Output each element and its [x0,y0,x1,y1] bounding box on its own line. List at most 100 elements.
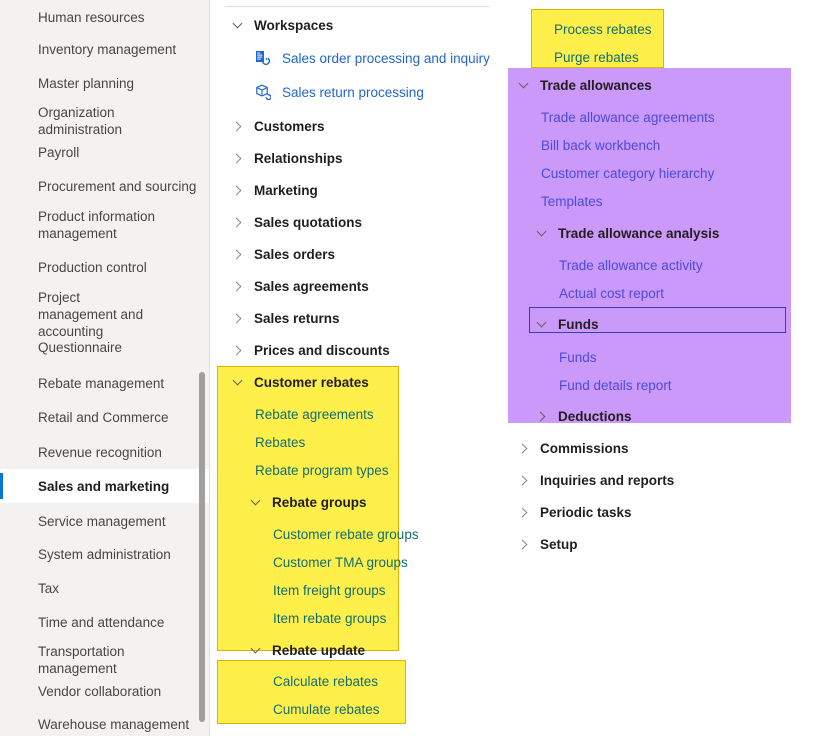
nav-group-label: Rebate groups [272,494,367,510]
nav-group-prices-and-discounts[interactable]: Prices and discounts [233,334,390,366]
nav-item-label: Bill back workbench [541,137,661,153]
chevron-right-icon [233,153,244,164]
sidebar-item-label: Payroll [38,144,80,160]
sidebar-item-time-and-attendance[interactable]: Time and attendance [0,605,209,639]
nav-group-trade-allowance-analysis[interactable]: Trade allowance analysis [537,217,719,249]
nav-group-relationships[interactable]: Relationships [233,142,343,174]
nav-item-label: Sales order processing and inquiry [282,50,490,66]
sales-marketing-nav-column: Workspaces Sales order processing and in… [211,0,511,736]
chevron-right-icon [233,313,244,324]
nav-group-label: Funds [558,316,599,332]
sidebar-item-sales-and-marketing[interactable]: Sales and marketing [0,469,209,503]
chevron-right-icon [519,443,530,454]
nav-group-sales-returns[interactable]: Sales returns [233,302,340,334]
sidebar-item-label: Procurement and sourcing [38,178,197,194]
nav-item-label: Rebate program types [255,462,389,478]
chevron-down-icon [537,228,548,239]
nav-item-cumulate-rebates[interactable]: Cumulate rebates [273,693,380,725]
nav-item-label: Rebate agreements [255,406,374,422]
chevron-right-icon [519,539,530,550]
sidebar-item-label: Questionnaire [38,339,123,355]
nav-group-label: Periodic tasks [540,504,632,520]
nav-divider [225,6,490,7]
nav-item-fund-details-report[interactable]: Fund details report [559,369,672,401]
sidebar-item-label: Master planning [38,75,135,91]
nav-group-workspaces[interactable]: Workspaces [233,9,333,41]
nav-group-label: Relationships [254,150,343,166]
nav-group-marketing[interactable]: Marketing [233,174,318,206]
sidebar-item-questionnaire[interactable]: Questionnaire [0,330,209,364]
sidebar-item-label: Human resources [38,9,145,25]
sidebar-item-vendor-collaboration[interactable]: Vendor collaboration [0,674,209,708]
nav-group-label: Deductions [558,408,632,424]
chevron-right-icon [233,345,244,356]
chevron-right-icon [233,249,244,260]
sidebar-item-product-information-management[interactable]: Product information management [0,203,209,247]
nav-item-label: Actual cost report [559,285,665,301]
nav-item-rebate-program-types[interactable]: Rebate program types [255,454,389,486]
sidebar-item-label: Transportation management [38,644,125,676]
nav-item-templates[interactable]: Templates [541,185,603,217]
sidebar-item-label: Time and attendance [38,614,165,630]
sidebar-item-label: Vendor collaboration [38,683,162,699]
sidebar-item-revenue-recognition[interactable]: Revenue recognition [0,435,209,469]
sidebar-item-warehouse-management[interactable]: Warehouse management [0,707,209,736]
nav-group-customers[interactable]: Customers [233,110,325,142]
sidebar-item-inventory-management[interactable]: Inventory management [0,32,209,66]
nav-group-customer-rebates[interactable]: Customer rebates [233,366,369,398]
chevron-right-icon [233,281,244,292]
sidebar-item-label: Retail and Commerce [38,409,169,425]
nav-item-actual-cost-report[interactable]: Actual cost report [559,277,664,309]
nav-group-inquiries-and-reports[interactable]: Inquiries and reports [519,464,674,496]
chevron-down-icon [251,645,262,656]
sidebar-item-rebate-management[interactable]: Rebate management [0,366,209,400]
sidebar-item-label: Inventory management [38,41,177,57]
nav-group-setup[interactable]: Setup [519,528,578,560]
nav-group-funds[interactable]: Funds [537,308,599,340]
nav-group-label: Workspaces [254,17,334,33]
sidebar-item-tax[interactable]: Tax [0,571,209,605]
nav-item-label: Cumulate rebates [273,701,380,717]
chevron-right-icon [233,185,244,196]
nav-item-label: Customer TMA groups [273,554,408,570]
sidebar-item-system-administration[interactable]: System administration [0,537,209,571]
nav-group-label: Customer rebates [254,374,369,390]
nav-group-trade-allowances[interactable]: Trade allowances [519,69,652,101]
nav-group-sales-agreements[interactable]: Sales agreements [233,270,369,302]
nav-group-commissions[interactable]: Commissions [519,432,629,464]
sidebar-item-human-resources[interactable]: Human resources [0,0,209,34]
nav-group-sales-orders[interactable]: Sales orders [233,238,335,270]
nav-item-label: Calculate rebates [273,673,379,689]
nav-item-label: Trade allowance agreements [541,109,715,125]
sidebar-item-label: System administration [38,546,171,562]
sales-marketing-nav-column-2: Process rebates Purge rebates Trade allo… [508,0,831,736]
sidebar-item-procurement-and-sourcing[interactable]: Procurement and sourcing [0,169,209,203]
nav-group-rebate-update[interactable]: Rebate update [251,634,365,666]
nav-group-label: Trade allowance analysis [558,225,720,241]
chevron-down-icon [233,377,244,388]
nav-group-label: Commissions [540,440,629,456]
nav-group-label: Inquiries and reports [540,472,675,488]
chevron-right-icon [519,475,530,486]
sidebar-item-retail-and-commerce[interactable]: Retail and Commerce [0,400,209,434]
nav-group-rebate-groups[interactable]: Rebate groups [251,486,367,518]
sidebar-item-master-planning[interactable]: Master planning [0,66,209,100]
nav-item-label: Purge rebates [554,49,639,65]
sidebar-item-label: Revenue recognition [38,444,162,460]
nav-item-sales-order-processing-and-inquiry[interactable]: Sales order processing and inquiry [255,42,490,74]
sales-return-workspace-icon [255,84,272,101]
sidebar-item-production-control[interactable]: Production control [0,250,209,284]
chevron-right-icon [519,507,530,518]
nav-group-sales-quotations[interactable]: Sales quotations [233,206,362,238]
nav-group-deductions[interactable]: Deductions [537,400,632,432]
chevron-right-icon [537,411,548,422]
sidebar-item-service-management[interactable]: Service management [0,504,209,538]
nav-item-sales-return-processing[interactable]: Sales return processing [255,76,424,108]
nav-item-item-rebate-groups[interactable]: Item rebate groups [273,602,386,634]
nav-group-label: Trade allowances [540,77,652,93]
nav-group-label: Sales returns [254,310,340,326]
sidebar-scrollbar[interactable] [199,372,205,722]
nav-group-periodic-tasks[interactable]: Periodic tasks [519,496,632,528]
sidebar-item-label: Sales and marketing [38,478,170,494]
sidebar-item-payroll[interactable]: Payroll [0,135,209,169]
